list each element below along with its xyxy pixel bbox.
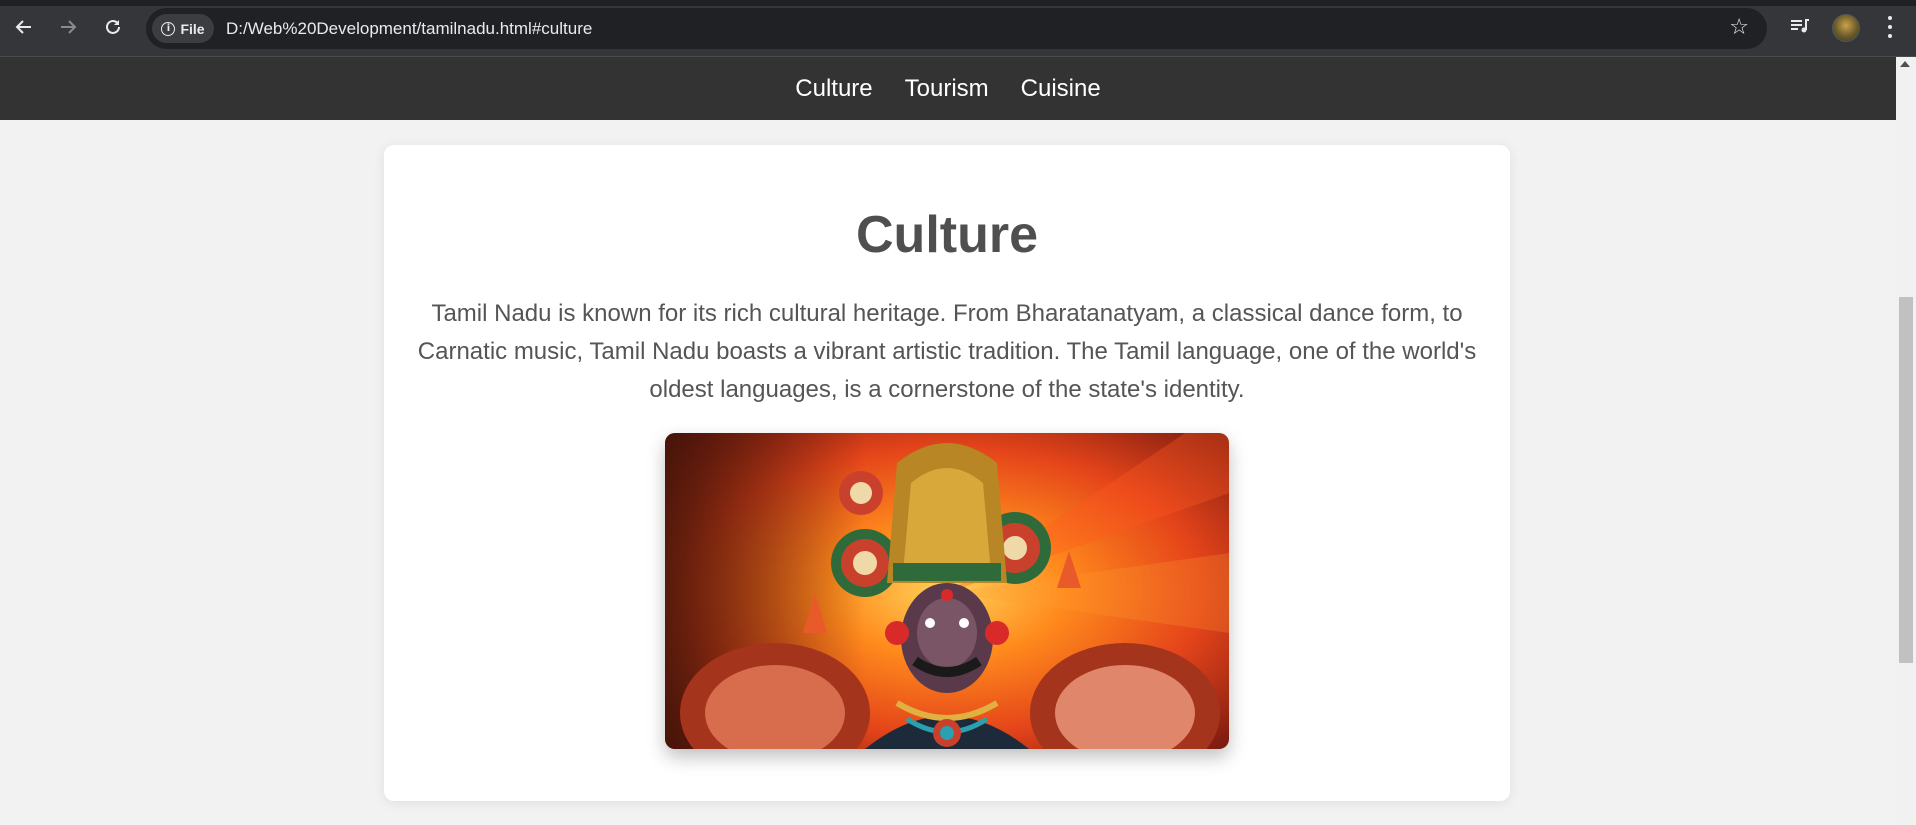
nav-link-culture[interactable]: Culture [789, 75, 878, 103]
section-description: Tamil Nadu is known for its rich cultura… [417, 300, 1477, 403]
bookmark-star-icon[interactable]: ☆ [1729, 15, 1749, 40]
site-info-chip[interactable]: i File [152, 14, 214, 43]
scrollbar-thumb[interactable] [1899, 297, 1913, 663]
forward-button[interactable] [56, 13, 80, 41]
page-scrollbar[interactable] [1896, 57, 1916, 825]
url-text[interactable]: D:/Web%20Development/tamilnadu.html#cult… [226, 19, 592, 39]
address-bar[interactable]: i File D:/Web%20Development/tamilnadu.ht… [146, 8, 1767, 49]
culture-section-card: Culture Tamil Nadu is known for its rich… [384, 145, 1510, 801]
back-button[interactable] [12, 13, 36, 41]
kebab-menu-icon[interactable] [1880, 14, 1900, 40]
info-icon: i [161, 21, 176, 36]
browser-toolbar: i File D:/Web%20Development/tamilnadu.ht… [0, 0, 1916, 57]
arrow-right-icon [61, 20, 77, 34]
reload-icon [106, 19, 120, 34]
scroll-up-arrow-icon[interactable] [1900, 61, 1910, 67]
profile-avatar[interactable] [1832, 14, 1860, 42]
page-viewport: Culture Tourism Cuisine Culture Tamil Na… [0, 57, 1896, 825]
nav-link-tourism[interactable]: Tourism [899, 75, 995, 103]
arrow-left-icon [15, 20, 31, 34]
tab-strip-edge [0, 0, 1916, 6]
queue-music-icon[interactable] [1788, 14, 1812, 38]
nav-link-cuisine[interactable]: Cuisine [1015, 75, 1107, 103]
site-info-label: File [180, 20, 205, 37]
culture-photo [665, 433, 1229, 749]
reload-button[interactable] [101, 13, 125, 41]
site-navbar: Culture Tourism Cuisine [0, 57, 1896, 120]
kathakali-dancer-image [665, 433, 1229, 749]
section-title: Culture [856, 206, 1038, 264]
